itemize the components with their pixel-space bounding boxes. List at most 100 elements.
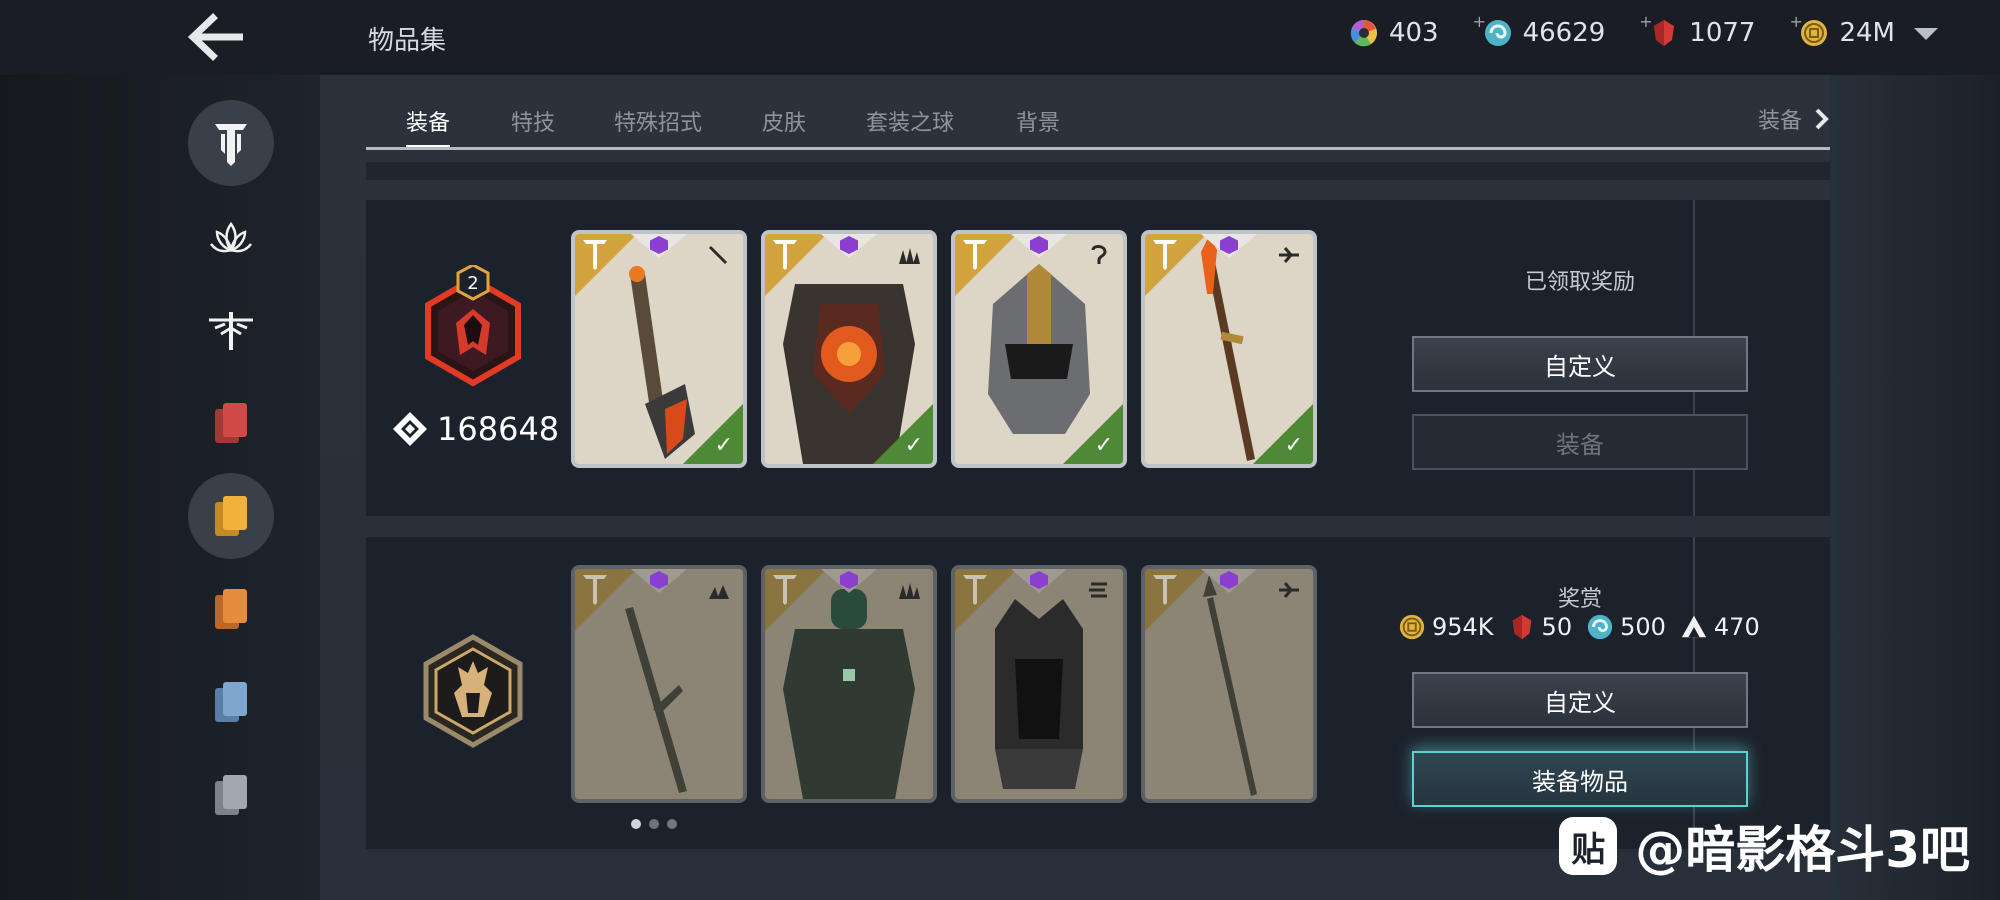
check-icon: ✓	[1284, 433, 1303, 458]
currency-bar: 403 + 46629 + 1077 + 24M	[1305, 12, 1895, 48]
customize-button[interactable]: 自定义	[1412, 672, 1748, 728]
plus-icon: +	[1472, 12, 1486, 31]
back-button[interactable]	[185, 12, 245, 62]
customize-button[interactable]: 自定义	[1412, 336, 1748, 392]
owned-corner	[1063, 404, 1123, 464]
currency-gold[interactable]: + 24M	[1789, 12, 1895, 48]
reward-title: 奖赏	[1558, 587, 1603, 612]
item-card-spear-locked[interactable]	[1141, 565, 1317, 803]
item-card-armor[interactable]: ✓	[761, 230, 937, 468]
watermark: 贴 @暗影格斗3吧	[1559, 810, 1970, 882]
reward-energy: 500	[1586, 613, 1666, 641]
sidebar-item-red-collection[interactable]	[188, 380, 274, 466]
legion-emblem-icon	[1153, 240, 1177, 270]
sidebar-item-yellow-collection[interactable]	[188, 473, 274, 559]
previous-set-edge	[366, 162, 1830, 180]
legion-emblem-icon	[963, 575, 987, 605]
currency-energy[interactable]: + 46629	[1473, 12, 1606, 48]
set-panel-1: 2 168648 ✓ ✓ ✓ ✓ 已领取奖励 自定义 装备	[366, 200, 1830, 516]
helmet-class-icon	[1091, 245, 1107, 264]
triforce-icon	[1681, 615, 1707, 638]
color-wheel-icon	[1350, 20, 1377, 47]
blue-cards-icon	[215, 682, 247, 722]
pagination-dots	[631, 819, 677, 829]
right-background	[1830, 75, 2000, 900]
page-title: 物品集	[368, 26, 447, 56]
sidebar-item-gray-collection[interactable]	[188, 752, 274, 838]
item-card-spear[interactable]: ✓	[1141, 230, 1317, 468]
currency-value: 24M	[1839, 18, 1895, 48]
legion-emblem-icon	[1153, 575, 1177, 605]
currency-ruby[interactable]: + 1077	[1639, 12, 1756, 48]
helmet-class-icon	[1089, 582, 1107, 598]
tab-skins[interactable]: 皮肤	[762, 105, 806, 137]
currency-value: 403	[1388, 18, 1439, 48]
sidebar-item-heralds[interactable]	[188, 195, 274, 281]
chevron-down-icon[interactable]	[1914, 28, 1938, 40]
reward-list: 954K 50 500 470	[1398, 613, 1774, 641]
legion-emblem-icon	[773, 575, 797, 605]
check-icon: ✓	[904, 433, 923, 458]
tieba-logo-icon: 贴	[1559, 817, 1618, 875]
reward-shards: 470	[1680, 613, 1760, 641]
arrow-left-icon	[187, 13, 243, 61]
tab-backgrounds[interactable]: 背景	[1016, 105, 1060, 137]
sword-class-icon	[709, 585, 729, 599]
page-dot[interactable]	[631, 819, 641, 829]
reward-value: 500	[1620, 613, 1666, 641]
sword-class-icon	[709, 246, 727, 264]
tab-special-moves[interactable]: 特殊招式	[614, 105, 702, 137]
equip-items-button[interactable]: 装备物品	[1412, 751, 1748, 807]
currency-value: 1077	[1689, 18, 1756, 48]
tab-more[interactable]: 装备	[1758, 103, 1830, 135]
item-card-sword[interactable]: ✓	[571, 230, 747, 468]
check-icon: ✓	[714, 433, 733, 458]
page-dot[interactable]	[649, 819, 659, 829]
sidebar-item-orange-collection[interactable]	[188, 566, 274, 652]
equip-button[interactable]: 装备	[1412, 414, 1748, 470]
legion-emblem-icon	[583, 240, 607, 270]
set-level: 2	[467, 273, 478, 294]
item-card-helmet[interactable]: ✓	[951, 230, 1127, 468]
reward-value: 50	[1541, 613, 1573, 641]
item-card-sword-locked[interactable]	[571, 565, 747, 803]
sidebar-item-blue-collection[interactable]	[188, 659, 274, 745]
lotus-icon	[210, 221, 252, 253]
legion-emblem-icon	[773, 240, 797, 270]
item-card-armor-locked[interactable]	[761, 565, 937, 803]
item-card-helmet-locked[interactable]	[951, 565, 1127, 803]
swirl-icon	[1587, 614, 1613, 640]
reward-value: 470	[1713, 613, 1760, 641]
armor-class-icon	[899, 248, 920, 264]
triforce-icon	[393, 412, 427, 446]
dynasty-icon	[209, 312, 253, 350]
reward-value: 954K	[1432, 613, 1494, 641]
swirl-icon	[1484, 20, 1511, 46]
score-value: 168648	[437, 410, 560, 448]
gray-cards-icon	[215, 775, 247, 815]
currency-value: 46629	[1522, 18, 1606, 48]
tab-equipment[interactable]: 装备	[406, 105, 450, 137]
top-bar: 物品集 403 + 46629 + 1077 + 24M	[0, 0, 2000, 75]
check-icon: ✓	[1094, 433, 1113, 458]
coin-icon	[1399, 614, 1425, 640]
ruby-gem-icon	[1512, 614, 1531, 640]
plus-icon: +	[1789, 12, 1803, 31]
watermark-text: @暗影格斗3吧	[1635, 821, 1970, 879]
category-tabs: 装备 特技 特殊招式 皮肤 套装之球 背景 装备	[366, 75, 1830, 150]
sidebar-item-dynasty[interactable]	[188, 287, 274, 373]
currency-color-orb[interactable]: 403	[1349, 18, 1439, 48]
owned-corner	[873, 404, 933, 464]
sidebar-item-legion[interactable]	[188, 100, 274, 186]
page-dot[interactable]	[667, 819, 677, 829]
tab-more-label: 装备	[1757, 109, 1802, 134]
tab-perks[interactable]: 特技	[511, 105, 555, 137]
tab-divider	[366, 147, 1830, 150]
reward-gold: 954K	[1398, 613, 1494, 641]
ruby-gem-icon	[1654, 20, 1675, 46]
yellow-cards-icon	[215, 496, 247, 536]
spear-class-icon	[1279, 582, 1299, 598]
set-score: 168648	[391, 410, 559, 448]
plus-icon: +	[1639, 12, 1653, 31]
tab-set-orbs[interactable]: 套装之球	[866, 105, 954, 137]
